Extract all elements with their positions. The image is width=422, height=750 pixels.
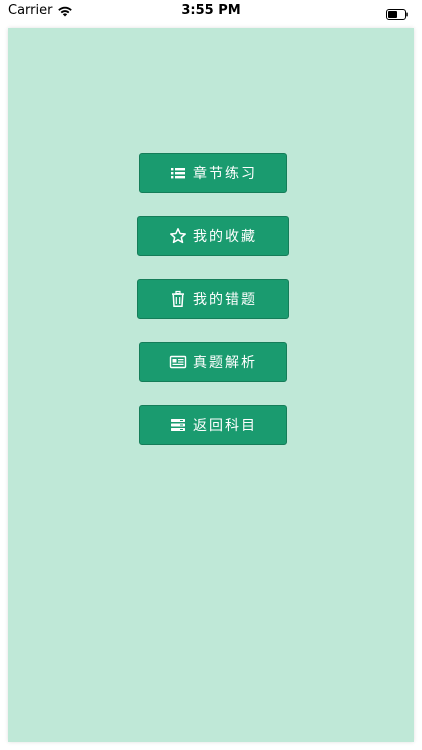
status-time: 3:55 PM	[181, 3, 241, 18]
menu-panel	[8, 28, 414, 742]
star-icon	[169, 227, 187, 245]
exam-analysis-label: 真题解析	[193, 355, 257, 371]
stack-icon	[169, 416, 187, 434]
chapter-practice-button[interactable]: 章节练习	[139, 153, 287, 193]
back-to-subjects-label: 返回科目	[193, 418, 257, 434]
list-icon	[169, 164, 187, 182]
trash-icon	[169, 290, 187, 308]
newspaper-icon	[169, 353, 187, 371]
back-to-subjects-button[interactable]: 返回科目	[139, 405, 287, 445]
exam-analysis-button[interactable]: 真题解析	[139, 342, 287, 382]
battery-icon	[386, 5, 408, 20]
chapter-practice-label: 章节练习	[193, 166, 257, 182]
my-mistakes-button[interactable]: 我的错题	[137, 279, 289, 319]
my-mistakes-label: 我的错题	[193, 292, 257, 308]
app-screen: Carrier 3:55 PM 章节练习 我的收藏 我的错题 真题解析 返回科目	[0, 0, 422, 750]
my-favorites-button[interactable]: 我的收藏	[137, 216, 289, 256]
my-favorites-label: 我的收藏	[193, 229, 257, 245]
status-bar: Carrier 3:55 PM	[0, 0, 422, 24]
